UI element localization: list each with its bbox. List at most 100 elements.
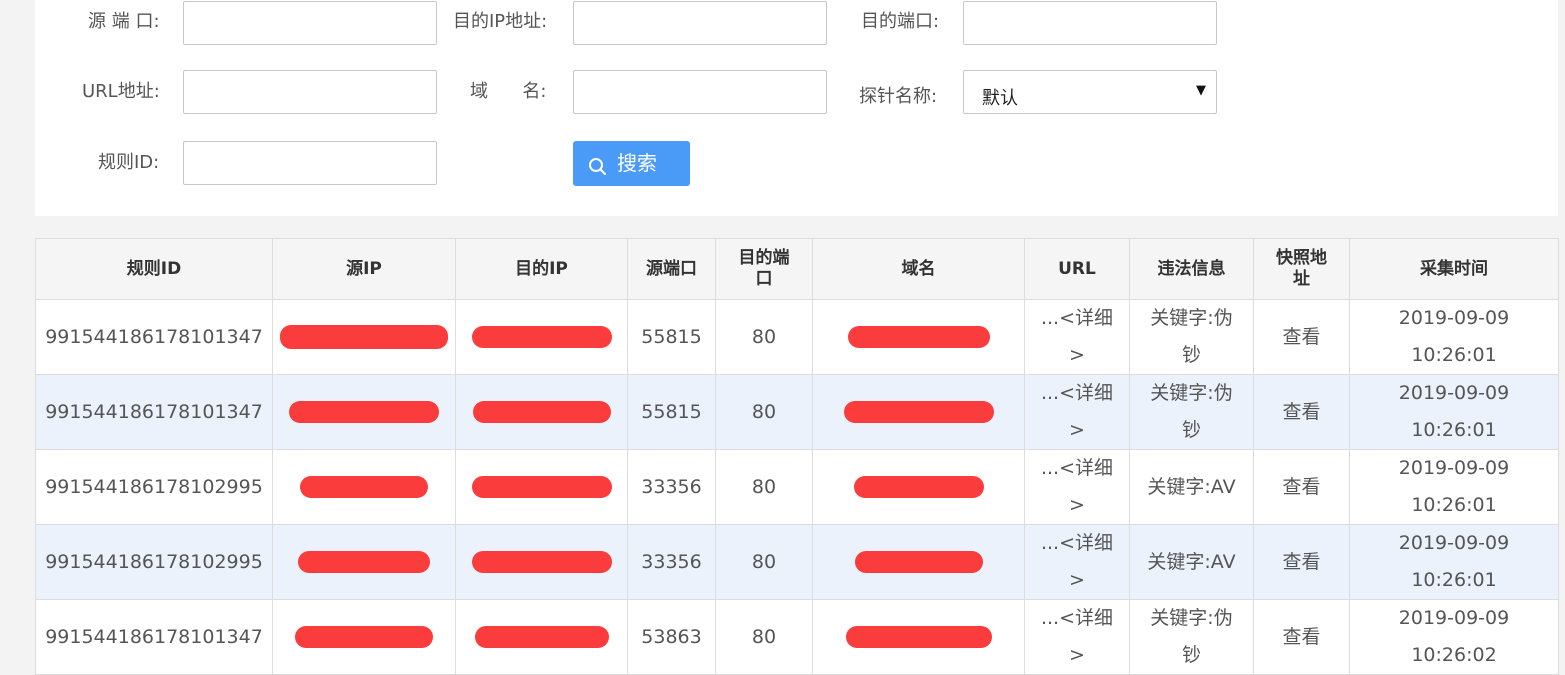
dst-ip-input[interactable] bbox=[573, 1, 827, 45]
cell-violation: 关键字:AV bbox=[1129, 524, 1254, 600]
src-port-label: 源 端 口: bbox=[88, 11, 160, 32]
header-snapshot: 快照地 址 bbox=[1253, 238, 1350, 300]
redaction-mark bbox=[843, 401, 994, 423]
table-row: 991544186178101347 55815 80 ...<详细 > 关键字… bbox=[35, 299, 1559, 375]
cell-domain-redacted bbox=[812, 299, 1025, 375]
cell-violation: 关键字:AV bbox=[1129, 449, 1254, 525]
redaction-mark bbox=[472, 401, 611, 423]
redaction-mark bbox=[295, 626, 433, 648]
redaction-mark bbox=[298, 551, 430, 573]
cell-domain-redacted bbox=[812, 449, 1025, 525]
cell-src-port: 53863 bbox=[627, 599, 716, 675]
table-row: 991544186178102995 33356 80 ...<详细 > 关键字… bbox=[35, 449, 1559, 525]
cell-dst-port: 80 bbox=[715, 524, 813, 600]
dropdown-arrow-icon: ▼ bbox=[1196, 83, 1206, 98]
cell-dst-port: 80 bbox=[715, 374, 813, 450]
table-row: 991544186178101347 53863 80 ...<详细 > 关键字… bbox=[35, 599, 1559, 675]
cell-violation: 关键字:伪 钞 bbox=[1129, 299, 1254, 375]
redaction-mark bbox=[471, 551, 612, 573]
rule-id-input[interactable] bbox=[183, 141, 437, 185]
url-detail-link[interactable]: ...<详细 > bbox=[1024, 449, 1130, 525]
redaction-mark bbox=[280, 325, 448, 349]
cell-time: 2019-09-09 10:26:01 bbox=[1349, 449, 1559, 525]
snapshot-view-link[interactable]: 查看 bbox=[1253, 524, 1350, 600]
search-icon bbox=[589, 158, 606, 175]
header-rule-id: 规则ID bbox=[35, 238, 273, 300]
cell-violation: 关键字:伪 钞 bbox=[1129, 599, 1254, 675]
redaction-mark bbox=[300, 476, 428, 498]
redaction-mark bbox=[845, 626, 992, 648]
domain-input[interactable] bbox=[573, 70, 827, 114]
table-row: 991544186178102995 33356 80 ...<详细 > 关键字… bbox=[35, 524, 1559, 600]
cell-rule-id: 991544186178101347 bbox=[35, 299, 273, 375]
probe-select[interactable]: 默认 ▼ bbox=[963, 70, 1217, 114]
cell-dst-ip-redacted bbox=[455, 524, 628, 600]
cell-dst-ip-redacted bbox=[455, 299, 628, 375]
header-dst-port: 目的端 口 bbox=[715, 238, 813, 300]
cell-rule-id: 991544186178101347 bbox=[35, 374, 273, 450]
header-time: 采集时间 bbox=[1349, 238, 1559, 300]
cell-src-port: 55815 bbox=[627, 299, 716, 375]
table-row: 991544186178101347 55815 80 ...<详细 > 关键字… bbox=[35, 374, 1559, 450]
redaction-mark bbox=[471, 326, 612, 348]
cell-src-ip-redacted bbox=[272, 449, 456, 525]
rule-id-label: 规则ID: bbox=[98, 152, 160, 173]
snapshot-view-link[interactable]: 查看 bbox=[1253, 449, 1350, 525]
url-detail-link[interactable]: ...<详细 > bbox=[1024, 374, 1130, 450]
cell-time: 2019-09-09 10:26:01 bbox=[1349, 524, 1559, 600]
domain-label: 域 名: bbox=[470, 81, 547, 102]
cell-dst-ip-redacted bbox=[455, 599, 628, 675]
redaction-mark bbox=[853, 476, 984, 498]
cell-time: 2019-09-09 10:26:01 bbox=[1349, 374, 1559, 450]
cell-domain-redacted bbox=[812, 524, 1025, 600]
dst-port-label: 目的端口: bbox=[861, 11, 940, 32]
redaction-mark bbox=[471, 476, 612, 498]
cell-violation: 关键字:伪 钞 bbox=[1129, 374, 1254, 450]
snapshot-view-link[interactable]: 查看 bbox=[1253, 299, 1350, 375]
redaction-mark bbox=[854, 551, 983, 573]
cell-domain-redacted bbox=[812, 599, 1025, 675]
header-domain: 域名 bbox=[812, 238, 1025, 300]
header-src-ip: 源IP bbox=[272, 238, 456, 300]
cell-src-ip-redacted bbox=[272, 524, 456, 600]
cell-rule-id: 991544186178102995 bbox=[35, 524, 273, 600]
snapshot-view-link[interactable]: 查看 bbox=[1253, 599, 1350, 675]
probe-label: 探针名称: bbox=[859, 86, 938, 107]
url-input[interactable] bbox=[183, 70, 437, 114]
cell-dst-port: 80 bbox=[715, 449, 813, 525]
cell-time: 2019-09-09 10:26:01 bbox=[1349, 299, 1559, 375]
cell-domain-redacted bbox=[812, 374, 1025, 450]
cell-rule-id: 991544186178101347 bbox=[35, 599, 273, 675]
header-dst-ip: 目的IP bbox=[455, 238, 628, 300]
url-label: URL地址: bbox=[82, 81, 160, 102]
results-table: 规则ID 源IP 目的IP 源端口 目的端 口 域名 URL 违法信息 快照地 … bbox=[35, 238, 1559, 675]
url-detail-link[interactable]: ...<详细 > bbox=[1024, 599, 1130, 675]
url-detail-link[interactable]: ...<详细 > bbox=[1024, 299, 1130, 375]
cell-dst-ip-redacted bbox=[455, 374, 628, 450]
cell-src-port: 33356 bbox=[627, 524, 716, 600]
cell-src-ip-redacted bbox=[272, 299, 456, 375]
cell-time: 2019-09-09 10:26:02 bbox=[1349, 599, 1559, 675]
cell-dst-port: 80 bbox=[715, 299, 813, 375]
redaction-mark bbox=[289, 401, 439, 423]
redaction-mark bbox=[474, 626, 609, 648]
cell-dst-port: 80 bbox=[715, 599, 813, 675]
header-violation: 违法信息 bbox=[1129, 238, 1254, 300]
search-button[interactable]: 搜索 bbox=[573, 141, 690, 186]
dst-port-input[interactable] bbox=[963, 1, 1217, 45]
header-src-port: 源端口 bbox=[627, 238, 716, 300]
snapshot-view-link[interactable]: 查看 bbox=[1253, 374, 1350, 450]
cell-rule-id: 991544186178102995 bbox=[35, 449, 273, 525]
dst-ip-label: 目的IP地址: bbox=[453, 11, 548, 32]
cell-src-port: 33356 bbox=[627, 449, 716, 525]
search-button-label: 搜索 bbox=[617, 151, 657, 175]
src-port-input[interactable] bbox=[183, 1, 437, 45]
cell-dst-ip-redacted bbox=[455, 449, 628, 525]
redaction-mark bbox=[847, 326, 990, 348]
url-detail-link[interactable]: ...<详细 > bbox=[1024, 524, 1130, 600]
cell-src-ip-redacted bbox=[272, 374, 456, 450]
cell-src-port: 55815 bbox=[627, 374, 716, 450]
header-url: URL bbox=[1024, 238, 1130, 300]
table-header-row: 规则ID 源IP 目的IP 源端口 目的端 口 域名 URL 违法信息 快照地 … bbox=[35, 238, 1559, 300]
cell-src-ip-redacted bbox=[272, 599, 456, 675]
